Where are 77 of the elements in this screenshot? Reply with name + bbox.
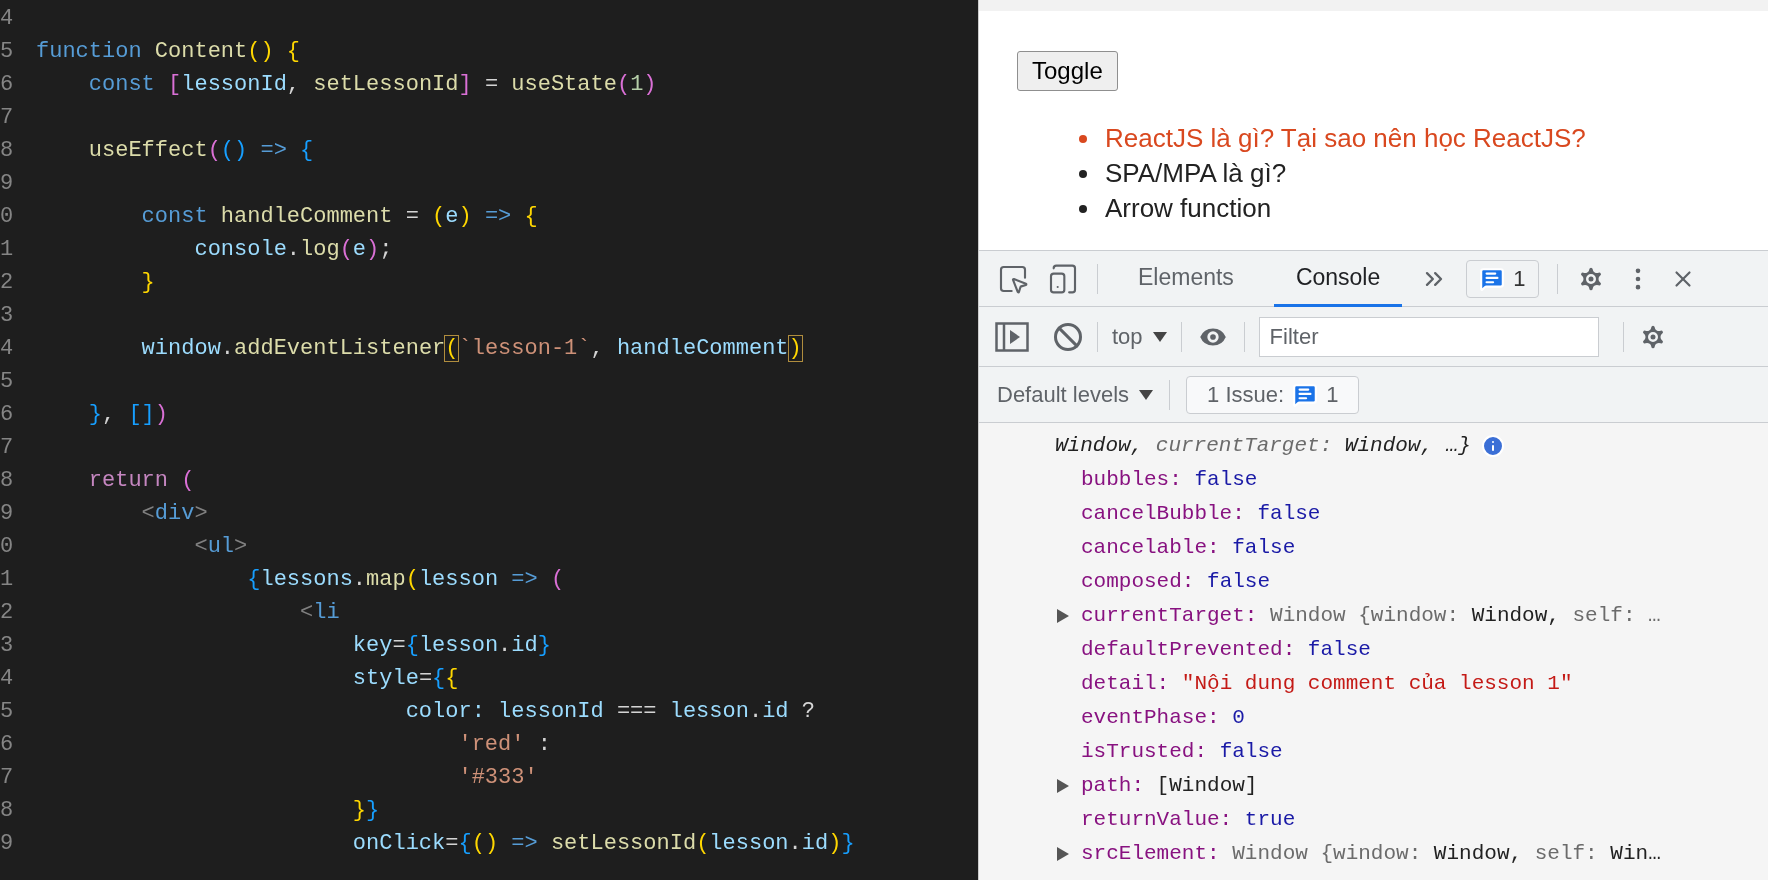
code-line: }}	[351, 797, 380, 825]
devtools-tab[interactable]: Elements	[1116, 250, 1256, 307]
line-number: 5	[0, 368, 15, 396]
line-number: 9	[0, 170, 15, 198]
line-number: 8	[0, 137, 15, 165]
message-icon	[1292, 381, 1319, 408]
code-line: color: lessonId === lesson.id ?	[404, 698, 815, 726]
expand-arrow-icon[interactable]	[1057, 609, 1069, 623]
code-line: <li	[299, 599, 340, 627]
console-property: path: [Window]	[1081, 773, 1258, 800]
code-line: style={{	[351, 665, 459, 693]
code-line: useEffect(() => {	[87, 137, 314, 165]
code-line: const [lessonId, setLessonId] = useState(1)	[87, 71, 657, 99]
caret-icon	[1139, 389, 1154, 400]
expand-arrow-icon[interactable]	[1057, 847, 1069, 861]
line-number: 4	[0, 665, 15, 693]
console-property: currentTarget: Window {window: Window, self: …	[1081, 603, 1661, 630]
code-line: function Content() {	[36, 38, 301, 66]
line-number: 7	[0, 104, 15, 132]
code-line: window.addEventListener(`lesson-1`, handleComment)	[140, 335, 802, 363]
filter-field[interactable]: Filter	[1258, 316, 1599, 357]
line-number: 5	[0, 698, 15, 726]
code-line: {lessons.map(lesson => (	[246, 566, 565, 594]
console-property: composed: false	[1081, 569, 1271, 596]
console-property: bubbles: false	[1081, 467, 1258, 494]
message-icon	[1479, 265, 1506, 292]
code-line: return (	[87, 467, 195, 495]
console-property: detail: "Nội dung comment của lesson 1"	[1081, 671, 1573, 698]
line-number: 8	[0, 467, 15, 495]
log-levels-dropdown[interactable]: Default levels	[997, 378, 1154, 411]
expand-arrow-icon[interactable]	[1057, 779, 1069, 793]
context-dropdown[interactable]: top	[1112, 320, 1167, 353]
line-number: 7	[0, 764, 15, 792]
caret-icon	[1152, 331, 1167, 342]
line-number: 8	[0, 797, 15, 825]
line-number: 3	[0, 632, 15, 660]
code-line: '#333'	[457, 764, 538, 792]
console-property: returnValue: true	[1081, 807, 1296, 834]
code-line: 'red' :	[457, 731, 551, 759]
code-line: key={lesson.id}	[351, 632, 551, 660]
line-number: 9	[0, 500, 15, 528]
code-line: console.log(e);	[193, 236, 393, 264]
console-property: srcElement: Window {window: Window, self: Win…	[1081, 841, 1661, 868]
line-number: 6	[0, 71, 15, 99]
code-line: onClick={() => setLessonId(lesson.id)}	[351, 830, 855, 858]
code-line: <ul>	[193, 533, 248, 561]
sidebar-toggle-icon[interactable]	[995, 321, 1029, 352]
console-property: cancelBubble: false	[1081, 501, 1321, 528]
console-property: eventPhase: 0	[1081, 705, 1245, 732]
clear-console-icon[interactable]	[1053, 321, 1083, 352]
console-property: cancelable: false	[1081, 535, 1296, 562]
code-line: }	[140, 269, 155, 297]
line-number: 6	[0, 731, 15, 759]
line-number: 9	[0, 830, 15, 858]
line-number: 4	[0, 335, 15, 363]
code-line: }, [])	[87, 401, 169, 429]
line-number: 3	[0, 302, 15, 330]
info-icon[interactable]	[1480, 434, 1505, 458]
issues-badge[interactable]: 1 Issue: 1	[1186, 375, 1360, 414]
device-icon[interactable]	[1047, 262, 1079, 295]
line-number: 4	[0, 5, 15, 33]
line-number: 2	[0, 599, 15, 627]
line-number: 1	[0, 566, 15, 594]
line-number: 0	[0, 203, 15, 231]
line-number: 0	[0, 533, 15, 561]
code-line: <div>	[140, 500, 208, 528]
console-property: defaultPrevented: false	[1081, 637, 1371, 664]
object-summary: Window, currentTarget: Window, …}	[1055, 433, 1471, 460]
messages-badge[interactable]: 1	[1466, 259, 1539, 298]
code-line: const handleComment = (e) => {	[140, 203, 538, 231]
line-number: 2	[0, 269, 15, 297]
console-property: isTrusted: false	[1081, 739, 1283, 766]
line-number: 7	[0, 434, 15, 462]
line-number: 6	[0, 401, 15, 429]
line-number: 5	[0, 38, 15, 66]
toggle-button[interactable]: Toggle	[1017, 51, 1118, 91]
line-number: 1	[0, 236, 15, 264]
